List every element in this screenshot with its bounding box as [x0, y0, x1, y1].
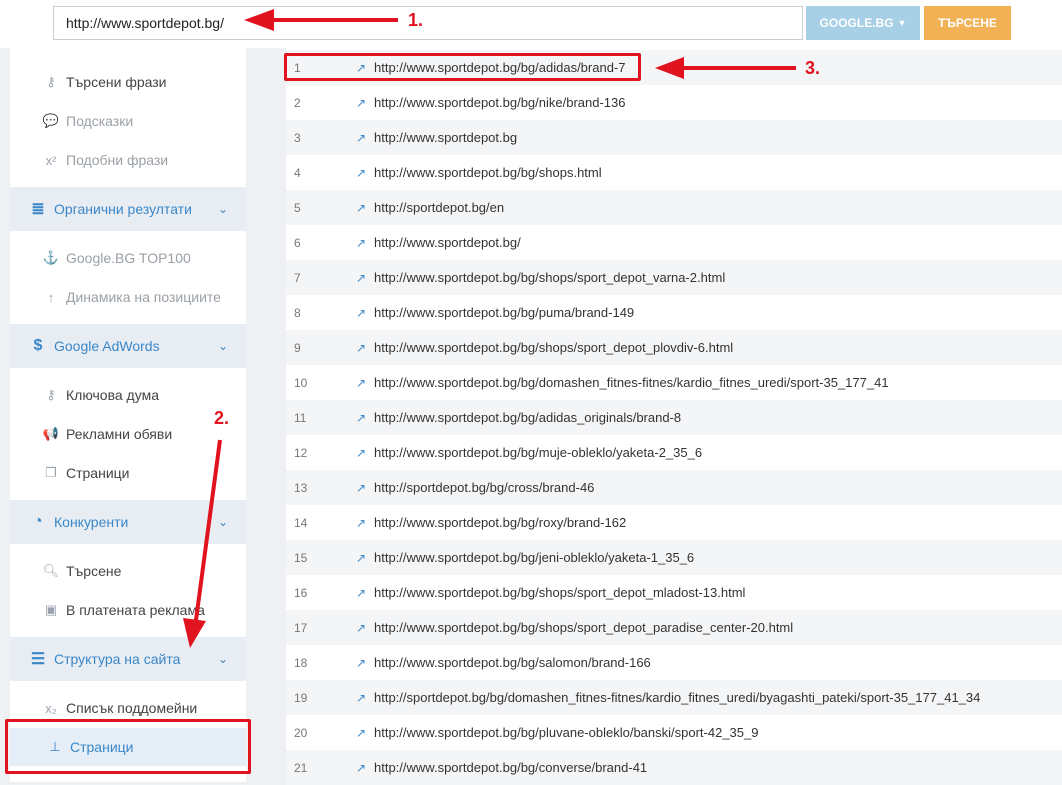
- arrow-2: [194, 439, 222, 621]
- arrowhead-3: [655, 57, 684, 79]
- annotation-label-2: 2.: [214, 408, 230, 428]
- arrowhead-1: [244, 9, 274, 31]
- arrowhead-2: [183, 618, 206, 648]
- annotation-arrows: [183, 9, 796, 648]
- annotation-label-3: 3.: [805, 58, 821, 78]
- highlight-box-pages: [5, 719, 251, 774]
- highlight-box-first-result: [284, 53, 641, 81]
- annotation-label-1: 1.: [408, 10, 424, 30]
